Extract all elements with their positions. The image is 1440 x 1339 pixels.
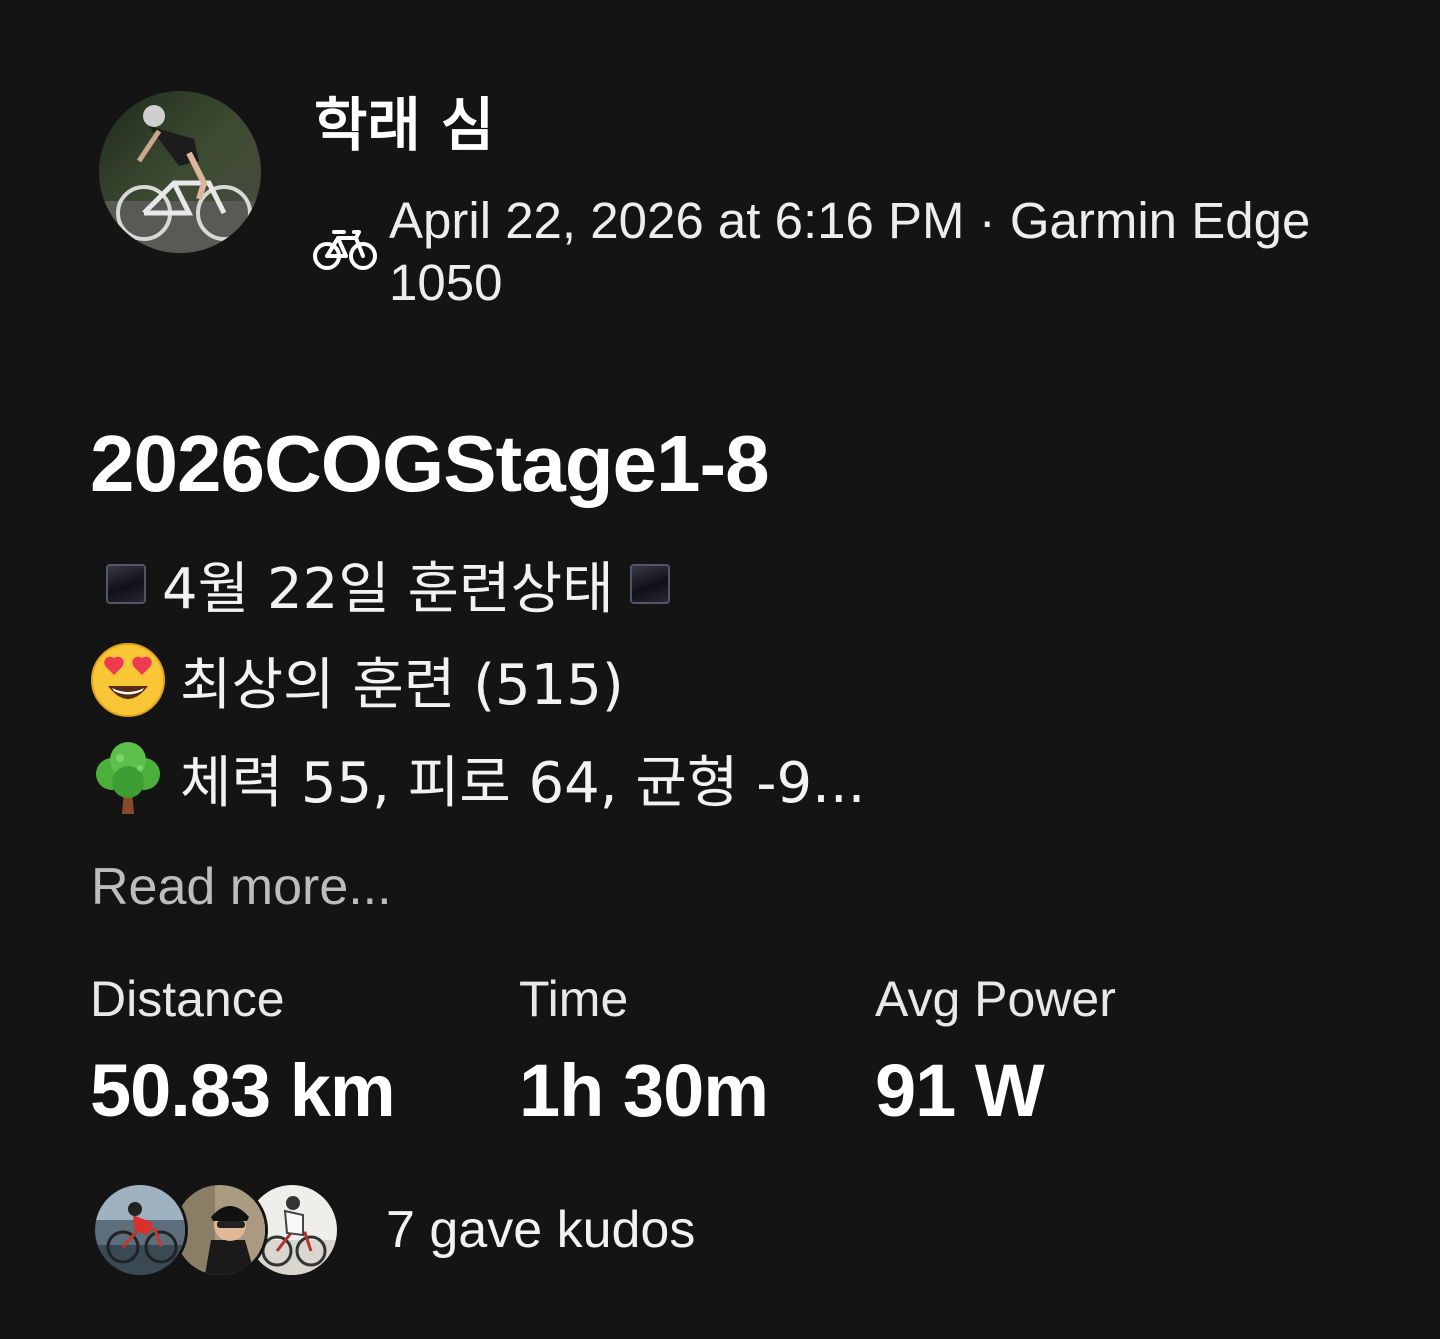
stat-value: 1h 30m: [519, 1049, 769, 1132]
black-square-emoji: [629, 564, 670, 604]
description-line-2: 최상의 훈련 (515): [90, 642, 624, 718]
stat-label: Avg Power: [875, 971, 1116, 1027]
bicycle-icon: [312, 226, 378, 272]
stat-time: Time 1h 30m: [519, 968, 769, 1134]
description-text-3: 체력 55, 피로 64, 균형 -9...: [180, 750, 866, 816]
kudos-avatar-1[interactable]: [92, 1182, 188, 1278]
athlete-avatar[interactable]: [99, 91, 261, 253]
stat-label: Distance: [90, 971, 285, 1027]
activity-title[interactable]: 2026COGStage1-8: [90, 418, 770, 510]
athlete-name[interactable]: 학래 심: [314, 92, 494, 158]
stat-value: 91 W: [875, 1049, 1045, 1132]
description-line-3: 체력 55, 피로 64, 균형 -9...: [90, 740, 865, 816]
tree-emoji: [90, 740, 166, 816]
heart-eyes-emoji: [90, 642, 166, 718]
description-text-2: 최상의 훈련 (515): [180, 652, 624, 718]
kudos-count[interactable]: 7 gave kudos: [386, 1198, 695, 1262]
read-more-link[interactable]: Read more...: [91, 855, 392, 919]
black-square-emoji: [106, 564, 146, 604]
stat-avg-power: Avg Power 91 W: [875, 968, 1116, 1134]
description-line-1: 4월 22일 훈련상태: [90, 546, 686, 622]
stat-value: 50.83 km: [90, 1049, 396, 1132]
stat-distance: Distance 50.83 km: [90, 968, 396, 1134]
cyclist-avatar-image: [99, 91, 261, 253]
stat-label: Time: [519, 971, 629, 1027]
description-text-1: 4월 22일 훈련상태: [162, 556, 614, 622]
activity-meta: April 22, 2026 at 6:16 PM · Garmin Edge …: [389, 192, 1311, 311]
